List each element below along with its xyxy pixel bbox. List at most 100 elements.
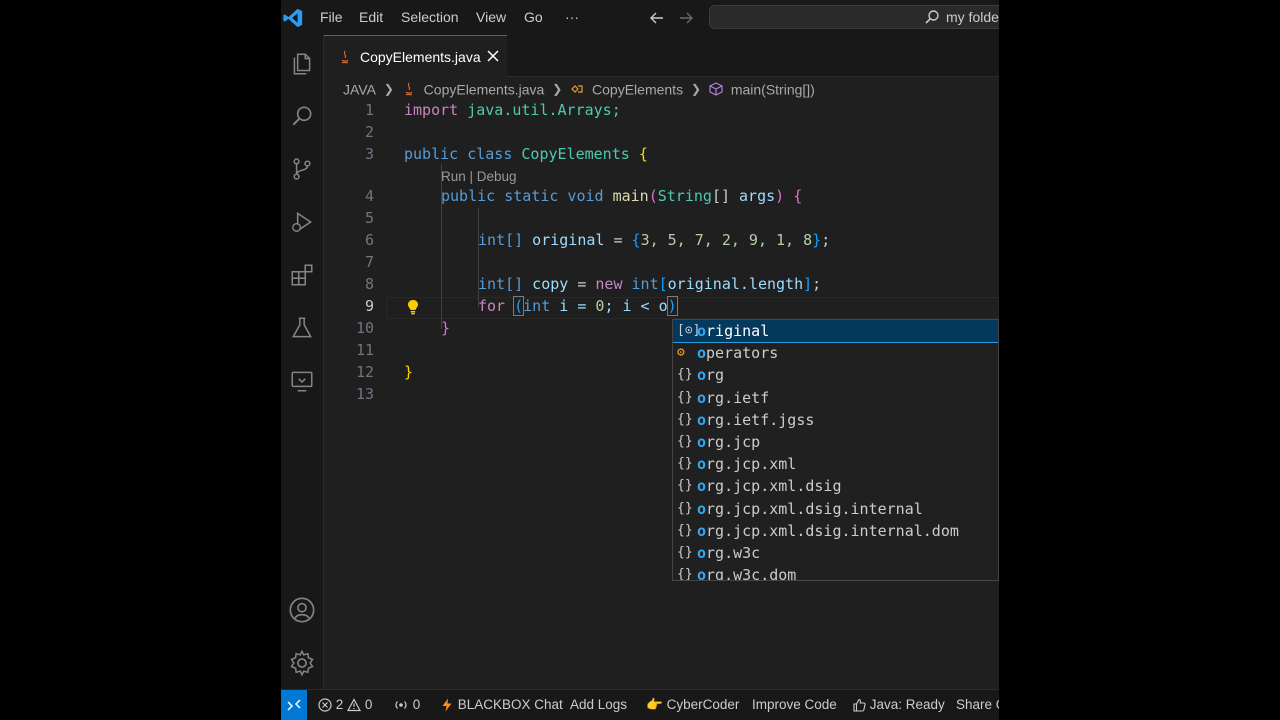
tab-label: CopyElements.java [360,49,481,65]
back-arrow-icon[interactable] [649,10,665,26]
suggestion-item[interactable]: {} org [673,364,998,386]
suggestion-item[interactable]: [⊙] original [673,320,998,343]
suggestion-label: org.jcp [697,433,761,451]
warning-icon [347,698,362,712]
close-icon[interactable] [486,49,500,63]
testing-flask-icon[interactable] [287,313,317,343]
autocomplete-suggestions[interactable]: [⊙] original ⚙ operators{} org{} org.ietf{} or… [672,319,999,581]
suggestion-item[interactable]: {} org.jcp.xml.dsig.internal.dom [673,520,998,542]
code-line-6: int[] original = {3, 5, 7, 2, 9, 1, 8}; [478,231,831,249]
cybercoder-button[interactable]: 👉 CyberCoder [646,690,739,720]
lightbulb-icon[interactable] [405,298,421,316]
suggestion-item[interactable]: {} org.w3c [673,542,998,564]
problems-indicator[interactable]: 2 0 [318,690,372,720]
java-file-icon [341,50,349,64]
suggestion-label: org.ietf [697,388,770,407]
suggestion-item[interactable]: {} org.jcp.xml.dsig [673,475,998,497]
suggestion-label: org.w3c.dom [697,566,797,581]
suggestion-item[interactable]: {} org.w3c.dom [673,564,998,581]
chevron-right-icon: ❯ [383,82,394,97]
suggestion-item[interactable]: {} org.ietf [673,387,998,409]
settings-gear-icon[interactable] [287,648,317,678]
breadcrumb: JAVA ❯ CopyElements.java ❯ CopyElements … [343,77,815,99]
line-number: 8 [364,275,374,293]
code-line-3: public class CopyElements { [404,145,648,163]
share-button[interactable]: Share C [956,690,999,720]
search-view-icon[interactable] [287,101,317,131]
improve-code-button[interactable]: Improve Code [752,690,837,720]
suggestion-label: operators [697,344,779,363]
status-bar: 2 0 0 BLACKBOX Chat Add Logs 👉 CyberCode… [281,689,999,720]
line-number: 5 [364,209,374,227]
source-control-icon[interactable] [287,154,317,184]
package-braces-icon: {} [677,389,693,405]
suggestion-item[interactable]: {} org.jcp.xml.dsig.internal [673,498,998,520]
code-line-9: for (int i = 0; i < o) [478,296,678,316]
line-number: 10 [355,319,374,337]
breadcrumb-folder[interactable]: JAVA [343,81,376,97]
remote-icon [287,699,301,711]
suggestion-label: org.jcp.xml.dsig [697,477,842,496]
package-braces-icon: {} [677,567,693,581]
menu-view[interactable]: View [476,0,506,35]
add-logs-button[interactable]: Add Logs [570,690,627,720]
chevron-right-icon: ❯ [552,82,563,97]
blackbox-chat-button[interactable]: BLACKBOX Chat [440,690,563,720]
menu-go[interactable]: Go [524,0,543,35]
package-braces-icon: {} [677,434,693,449]
line-number: 9 [364,297,374,315]
explorer-icon[interactable] [287,49,317,79]
remote-indicator[interactable] [281,690,307,720]
code-line-12: } [404,363,414,381]
accounts-icon[interactable] [287,595,317,625]
breadcrumb-method[interactable]: main(String[]) [731,81,815,97]
suggestion-label: org.jcp.xml.dsig.internal.dom [697,521,959,540]
tab-bar: CopyElements.java [324,35,999,77]
tab-copyelements-java[interactable]: CopyElements.java [324,35,507,77]
menu-selection[interactable]: Selection [401,0,459,35]
variable-icon: [⊙] [677,323,701,338]
suggestion-label: org [697,366,725,385]
error-icon [318,698,332,713]
forward-arrow-icon[interactable] [678,10,694,26]
suggestion-label: org.w3c [697,544,761,562]
activity-bar [281,35,324,689]
code-line-4: public static void main(String[] args) { [441,187,803,205]
suggestion-item[interactable]: {} org.jcp.xml [673,453,998,475]
suggestion-label: org.jcp.xml.dsig.internal [697,499,923,518]
suggestion-item[interactable]: {} org.jcp [673,431,998,453]
remote-explorer-icon[interactable] [287,366,317,396]
java-status-label: Java: Ready [869,697,945,712]
code-line-8: int[] copy = new int[original.length]; [478,275,822,293]
ports-indicator[interactable]: 0 [393,690,420,720]
command-center-search[interactable]: my folder [709,5,999,29]
menu-more[interactable]: ··· [565,0,579,35]
line-number: 2 [364,123,374,141]
line-number: 11 [355,341,374,359]
search-icon [925,10,939,24]
error-count: 2 [335,697,344,712]
method-icon [709,82,723,96]
thumbs-up-icon [853,699,866,712]
extensions-icon[interactable] [287,260,317,290]
package-braces-icon: {} [677,545,693,560]
java-file-icon [405,82,413,96]
package-braces-icon: {} [677,367,693,383]
suggestion-item[interactable]: {} org.ietf.jgss [673,409,998,431]
run-debug-icon[interactable] [287,207,317,237]
breadcrumb-class[interactable]: CopyElements [592,81,683,97]
package-braces-icon: {} [677,522,693,538]
title-bar: File Edit Selection View Go ··· my folde… [281,0,999,35]
package-braces-icon: {} [677,500,693,516]
menu-edit[interactable]: Edit [359,0,383,35]
class-icon: ⚙ [677,345,685,361]
package-braces-icon: {} [677,456,693,472]
menu-file[interactable]: File [320,0,343,35]
breadcrumb-file[interactable]: CopyElements.java [424,81,545,97]
bolt-icon [442,698,452,712]
suggestion-item[interactable]: ⚙ operators [673,342,998,364]
line-number: 13 [355,385,374,403]
codelens-run-debug[interactable]: Run | Debug [441,169,517,184]
suggestion-label: org.ietf.jgss [697,410,815,429]
java-status[interactable]: Java: Ready [852,690,945,720]
